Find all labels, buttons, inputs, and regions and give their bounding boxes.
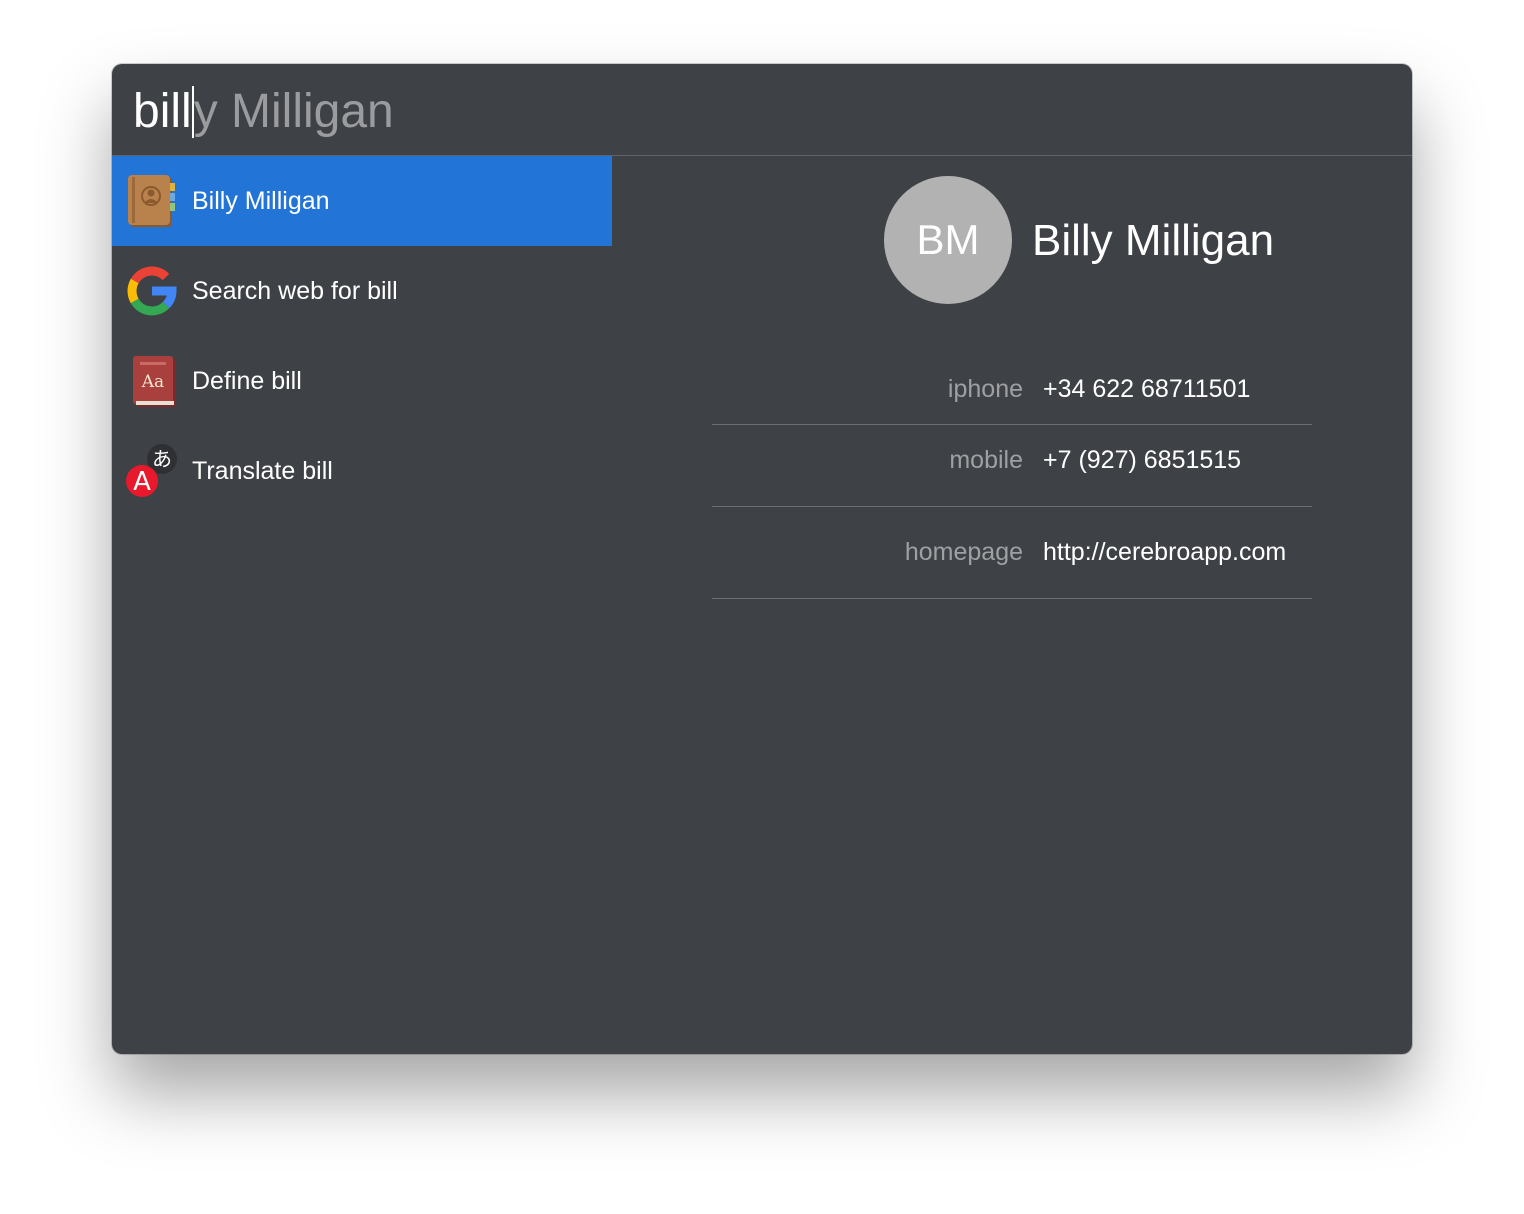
- contact-field-row: mobile +7 (927) 6851515: [712, 425, 1312, 507]
- search-typed-text: bill: [133, 85, 192, 138]
- dictionary-icon: Aa: [133, 356, 176, 407]
- svg-text:あ: あ: [152, 447, 172, 471]
- search-bar[interactable]: billy Milligan: [112, 64, 1412, 156]
- search-input[interactable]: billy Milligan: [133, 86, 394, 138]
- result-item-translate[interactable]: あ A Translate bill: [112, 426, 612, 516]
- svg-text:Aa: Aa: [141, 372, 164, 392]
- search-autocomplete-text: y Milligan: [193, 85, 394, 138]
- result-label: Define bill: [192, 367, 302, 395]
- result-item-web-search[interactable]: Search web for bill: [112, 246, 612, 336]
- contact-details-panel: BM Billy Milligan iphone +34 622 6871150…: [612, 156, 1412, 1054]
- contacts-book-icon: [128, 175, 175, 227]
- result-label: Translate bill: [192, 457, 333, 485]
- field-value-mobile[interactable]: +7 (927) 6851515: [1043, 445, 1241, 475]
- avatar: BM: [884, 176, 1012, 304]
- field-label: mobile: [949, 446, 1023, 474]
- result-item-contact[interactable]: Billy Milligan: [112, 156, 612, 246]
- contact-field-row: homepage http://cerebroapp.com: [712, 507, 1312, 599]
- google-icon: [127, 266, 177, 316]
- results-list: Billy Milligan Search web for bill Aa De…: [112, 156, 612, 516]
- contact-field-row: iphone +34 622 68711501: [712, 362, 1312, 425]
- translate-icon: あ A: [126, 444, 177, 497]
- svg-text:A: A: [133, 467, 151, 497]
- field-label: homepage: [904, 538, 1023, 566]
- result-label: Search web for bill: [192, 277, 398, 305]
- field-label: iphone: [947, 375, 1023, 403]
- contact-name: Billy Milligan: [1032, 216, 1275, 265]
- field-value-homepage-link[interactable]: http://cerebroapp.com: [1043, 537, 1286, 567]
- field-value-phone[interactable]: +34 622 68711501: [1043, 374, 1250, 404]
- result-label: Billy Milligan: [192, 187, 330, 215]
- result-item-define[interactable]: Aa Define bill: [112, 336, 612, 426]
- launcher-window: billy Milligan Billy Milligan Search web…: [112, 64, 1412, 1054]
